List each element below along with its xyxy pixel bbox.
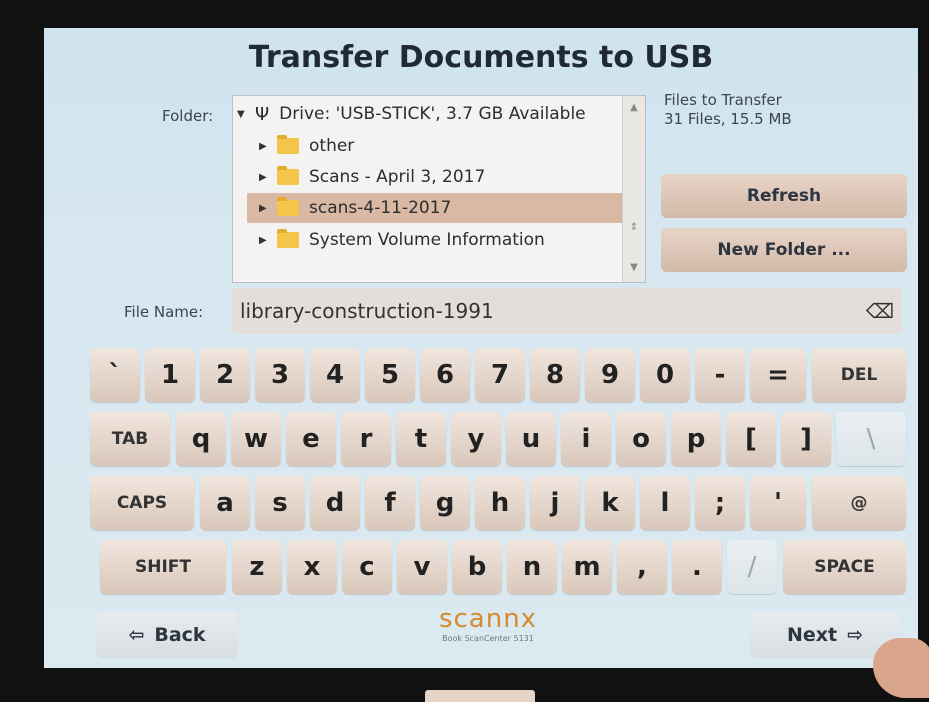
drive-row[interactable]: ▼ Ψ Drive: 'USB-STICK', 3.7 GB Available [237,99,621,129]
folder-item-label: scans-4-11-2017 [309,198,452,218]
folder-item[interactable]: ▶ Scans - April 3, 2017 [259,162,623,192]
key-b[interactable]: b [452,540,502,594]
back-label: Back [154,624,206,646]
key-3[interactable]: 3 [255,348,305,402]
scroll-down-icon[interactable]: ▼ [623,258,645,278]
files-to-transfer-summary: 31 Files, 15.5 MB [664,110,792,128]
key-comma[interactable]: , [617,540,667,594]
expand-arrow-icon[interactable]: ▶ [259,172,269,183]
tree-scrollbar[interactable]: ▲ ⇕ ▼ [622,96,645,282]
new-folder-button[interactable]: New Folder ... [661,228,907,272]
folder-item-label: Scans - April 3, 2017 [309,167,486,187]
key-v[interactable]: v [397,540,447,594]
key-x[interactable]: x [287,540,337,594]
files-to-transfer: Files to Transfer 31 Files, 15.5 MB [664,91,792,129]
key-period[interactable]: . [672,540,722,594]
key-q[interactable]: q [176,412,226,466]
folder-tree[interactable]: ▼ Ψ Drive: 'USB-STICK', 3.7 GB Available… [232,95,646,283]
scroll-up-icon[interactable]: ▲ [623,98,645,118]
back-arrow-icon: ⇦ [128,624,145,646]
shift-key[interactable]: SHIFT [100,540,226,594]
key-0[interactable]: 0 [640,348,690,402]
caps-key[interactable]: CAPS [90,476,194,530]
folder-icon [277,166,299,185]
expand-arrow-icon[interactable]: ▶ [259,235,269,246]
next-label: Next [786,624,838,646]
key-left-bracket[interactable]: [ [726,412,776,466]
key-y[interactable]: y [451,412,501,466]
usb-icon: Ψ [255,103,270,125]
brand-model: Book ScanCenter 5131 [442,634,534,643]
file-name-label: File Name: [124,303,204,321]
expand-arrow-icon[interactable]: ▶ [259,141,269,152]
key-right-bracket[interactable]: ] [781,412,831,466]
folder-icon [277,229,299,248]
key-slash[interactable]: / [727,540,777,594]
key-m[interactable]: m [562,540,612,594]
key-1[interactable]: 1 [145,348,195,402]
backspace-icon[interactable]: ⌫ [866,288,894,334]
folder-label: Folder: [162,107,214,125]
key-minus[interactable]: - [695,348,745,402]
brand-name: scannx [438,604,538,634]
key-p[interactable]: p [671,412,721,466]
kiosk-screen: Transfer Documents to USB Folder: ▼ Ψ Dr… [44,28,918,668]
key-z[interactable]: z [232,540,282,594]
device-stand [425,690,535,702]
key-g[interactable]: g [420,476,470,530]
key-backtick[interactable]: ` [90,348,140,402]
key-7[interactable]: 7 [475,348,525,402]
drive-label: Drive: 'USB-STICK', 3.7 GB Available [279,104,586,124]
folder-icon [277,135,299,154]
expand-arrow-icon[interactable]: ▼ [237,109,247,120]
key-semicolon[interactable]: ; [695,476,745,530]
key-w[interactable]: w [231,412,281,466]
key-apostrophe[interactable]: ' [750,476,806,530]
folder-item[interactable]: ▶ other [259,131,623,161]
next-arrow-icon: ⇨ [847,624,864,646]
key-backslash[interactable]: \ [836,412,906,466]
key-6[interactable]: 6 [420,348,470,402]
key-l[interactable]: l [640,476,690,530]
folder-item-label: other [309,136,355,156]
key-t[interactable]: t [396,412,446,466]
folder-icon [277,197,299,216]
key-2[interactable]: 2 [200,348,250,402]
key-h[interactable]: h [475,476,525,530]
key-k[interactable]: k [585,476,635,530]
key-9[interactable]: 9 [585,348,635,402]
brand-logo: scannx Book ScanCenter 5131 [432,604,544,643]
key-i[interactable]: i [561,412,611,466]
key-c[interactable]: c [342,540,392,594]
files-to-transfer-label: Files to Transfer [664,91,782,109]
folder-item-selected[interactable]: ▶ scans-4-11-2017 [247,193,623,223]
key-4[interactable]: 4 [310,348,360,402]
expand-arrow-icon[interactable]: ▶ [259,203,269,214]
delete-key[interactable]: DEL [812,348,906,402]
space-key[interactable]: SPACE [783,540,906,594]
key-equals[interactable]: = [750,348,806,402]
file-name-value: library-construction-1991 [240,299,494,323]
folder-item-label: System Volume Information [309,230,545,250]
key-o[interactable]: o [616,412,666,466]
file-name-input[interactable]: library-construction-1991 ⌫ [232,288,902,334]
back-button[interactable]: ⇦ Back [96,612,238,658]
page-title: Transfer Documents to USB [248,40,714,75]
key-d[interactable]: d [310,476,360,530]
key-f[interactable]: f [365,476,415,530]
key-u[interactable]: u [506,412,556,466]
key-n[interactable]: n [507,540,557,594]
key-j[interactable]: j [530,476,580,530]
key-s[interactable]: s [255,476,305,530]
key-8[interactable]: 8 [530,348,580,402]
key-5[interactable]: 5 [365,348,415,402]
tab-key[interactable]: TAB [90,412,170,466]
key-a[interactable]: a [200,476,250,530]
key-at[interactable]: @ [812,476,906,530]
key-r[interactable]: r [341,412,391,466]
scroll-thumb-icon[interactable]: ⇕ [623,218,645,238]
folder-item[interactable]: ▶ System Volume Information [259,225,623,255]
key-e[interactable]: e [286,412,336,466]
refresh-button[interactable]: Refresh [661,174,907,218]
